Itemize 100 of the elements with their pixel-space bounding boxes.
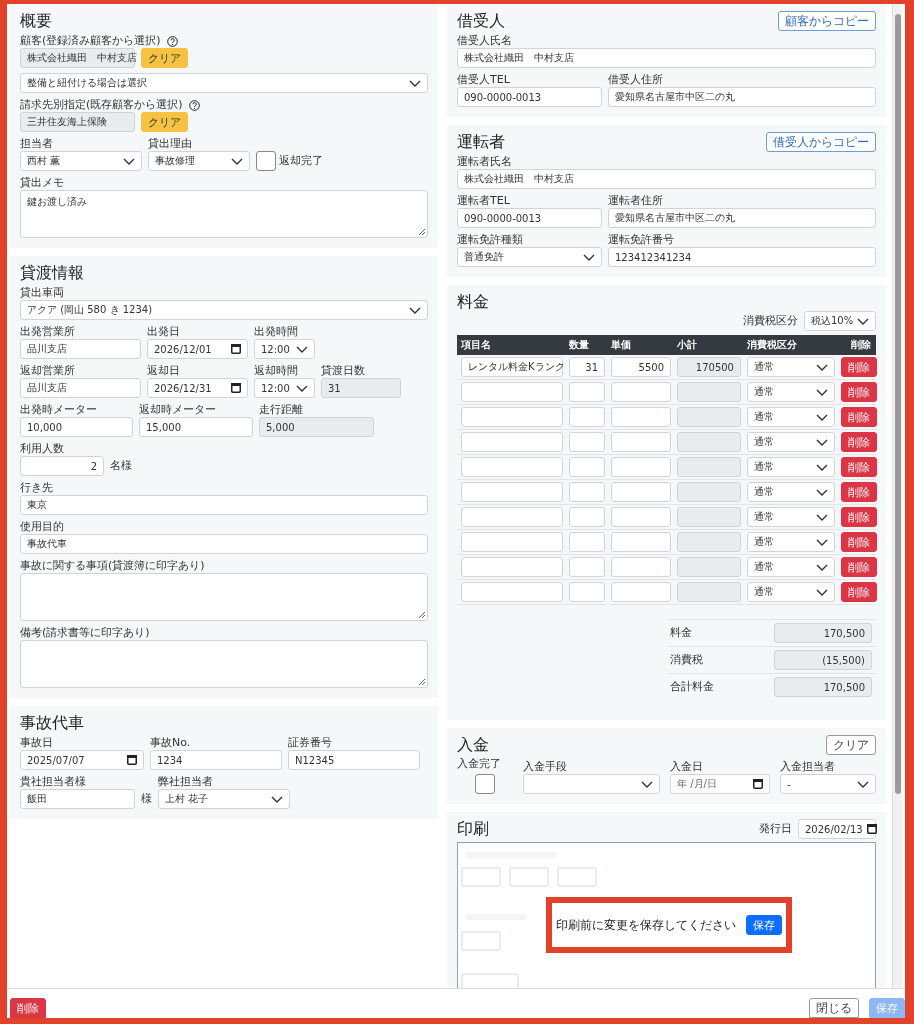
number-field[interactable]: 2 (20, 456, 104, 476)
quantity-field[interactable] (569, 582, 605, 602)
tax-category-select[interactable]: 通常 (747, 457, 835, 477)
date-field[interactable]: 2026/02/13 (798, 819, 876, 839)
item-name-field[interactable] (461, 432, 563, 452)
delete-button[interactable]: 削除 (841, 507, 877, 527)
select-field[interactable]: 整備と紐付ける場合は選択 (20, 73, 428, 93)
unit-price-field[interactable] (611, 532, 671, 552)
unit-price-field[interactable] (611, 507, 671, 527)
text-field[interactable]: 090-0000-0013 (457, 208, 602, 228)
tax-category-select[interactable]: 通常 (747, 557, 835, 577)
text-field[interactable]: 15,000 (139, 417, 253, 437)
tax-category-select[interactable]: 通常 (747, 357, 835, 377)
unit-price-field[interactable] (611, 407, 671, 427)
quantity-field[interactable]: 31 (569, 357, 605, 377)
delete-button[interactable]: 削除 (841, 432, 877, 452)
select-field[interactable]: - (780, 774, 876, 794)
select-field[interactable]: アクア (岡山 580 き 1234) (20, 300, 428, 320)
delete-button[interactable]: 削除 (841, 532, 877, 552)
select-field[interactable]: 税込10% (804, 311, 876, 331)
delete-button[interactable]: 削除 (841, 482, 877, 502)
text-field[interactable]: 10,000 (20, 417, 133, 437)
tax-category-select[interactable]: 通常 (747, 432, 835, 452)
unit-price-field[interactable] (611, 557, 671, 577)
checkbox[interactable] (475, 774, 495, 794)
item-name-field[interactable] (461, 407, 563, 427)
select-field[interactable]: 上村 花子 (158, 789, 290, 809)
text-area[interactable]: 鍵お渡し済み (20, 190, 428, 238)
tax-category-select[interactable]: 通常 (747, 407, 835, 427)
quantity-field[interactable] (569, 482, 605, 502)
text-area[interactable] (20, 640, 428, 688)
checkbox[interactable] (256, 151, 276, 171)
delete-button[interactable]: 削除 (841, 582, 877, 602)
quantity-field[interactable] (569, 432, 605, 452)
delete-button[interactable]: 削除 (841, 357, 877, 377)
quantity-field[interactable] (569, 557, 605, 577)
unit-price-field[interactable] (611, 432, 671, 452)
clear-button[interactable]: クリア (141, 112, 188, 132)
tax-category-select[interactable]: 通常 (747, 582, 835, 602)
checkbox-label: 返却完了 (279, 154, 323, 168)
select-field[interactable]: 普通免許 (457, 247, 602, 267)
delete-button[interactable]: 削除 (841, 557, 877, 577)
item-name-field[interactable] (461, 507, 563, 527)
delete-button[interactable]: 削除 (10, 998, 46, 1018)
select-field[interactable] (523, 774, 660, 794)
unit-price-field[interactable]: 5500 (611, 357, 671, 377)
item-name-field[interactable] (461, 382, 563, 402)
date-field[interactable]: 2026/12/31 (147, 378, 248, 398)
copy-button[interactable]: 借受人からコピー (766, 132, 876, 152)
select-field[interactable]: 西村 薫 (20, 151, 142, 171)
close-button[interactable]: 閉じる (809, 998, 859, 1018)
item-name-field[interactable] (461, 532, 563, 552)
select-field[interactable]: 12:00 (254, 339, 315, 359)
unit-price-field[interactable] (611, 482, 671, 502)
item-name-field[interactable] (461, 582, 563, 602)
text-field[interactable]: N12345 (288, 750, 420, 770)
select-field[interactable]: 事故修理 (148, 151, 250, 171)
quantity-field[interactable] (569, 457, 605, 477)
text-field[interactable]: 東京 (20, 495, 428, 515)
date-field[interactable]: 2025/07/07 (20, 750, 144, 770)
text-field[interactable]: 品川支店 (20, 378, 141, 398)
text-field[interactable]: 090-0000-0013 (457, 87, 602, 107)
quantity-field[interactable] (569, 532, 605, 552)
scrollbar-thumb[interactable] (894, 14, 901, 794)
tax-category-select[interactable]: 通常 (747, 382, 835, 402)
copy-button[interactable]: 顧客からコピー (778, 11, 876, 31)
delete-button[interactable]: 削除 (841, 457, 877, 477)
text-field[interactable]: 愛知県名古屋市中区二の丸 (608, 208, 876, 228)
unit-price-field[interactable] (611, 457, 671, 477)
clear-button[interactable]: クリア (141, 48, 188, 68)
text-field[interactable]: 品川支店 (20, 339, 141, 359)
select-field[interactable]: 12:00 (254, 378, 315, 398)
item-name-field[interactable]: レンタル料金Kランク (461, 357, 563, 377)
tax-category-select[interactable]: 通常 (747, 482, 835, 502)
tax-category-select[interactable]: 通常 (747, 532, 835, 552)
text-field[interactable]: 株式会社織田 中村支店 (457, 48, 876, 68)
quantity-field[interactable] (569, 507, 605, 527)
quantity-field[interactable] (569, 382, 605, 402)
delete-button[interactable]: 削除 (841, 407, 877, 427)
item-name-field[interactable] (461, 557, 563, 577)
text-field[interactable]: 飯田 (20, 789, 135, 809)
subtotal-field (677, 407, 741, 427)
text-field[interactable]: 愛知県名古屋市中区二の丸 (608, 87, 876, 107)
text-field[interactable]: 1234 (150, 750, 282, 770)
tax-category-select[interactable]: 通常 (747, 507, 835, 527)
unit-price-field[interactable] (611, 582, 671, 602)
date-field[interactable]: 2026/12/01 (147, 339, 248, 359)
delete-button[interactable]: 削除 (841, 382, 877, 402)
text-field[interactable]: 123412341234 (608, 247, 876, 267)
text-field[interactable]: 事故代車 (20, 534, 428, 554)
item-name-field[interactable] (461, 457, 563, 477)
clear-button[interactable]: クリア (826, 735, 876, 755)
save-button[interactable]: 保存 (746, 915, 782, 935)
date-field[interactable]: 年 /月/日 (670, 774, 770, 794)
text-area[interactable] (20, 573, 428, 621)
unit-price-field[interactable] (611, 382, 671, 402)
field-label: 発行日 (759, 822, 792, 836)
item-name-field[interactable] (461, 482, 563, 502)
text-field[interactable]: 株式会社織田 中村支店 (457, 169, 876, 189)
quantity-field[interactable] (569, 407, 605, 427)
